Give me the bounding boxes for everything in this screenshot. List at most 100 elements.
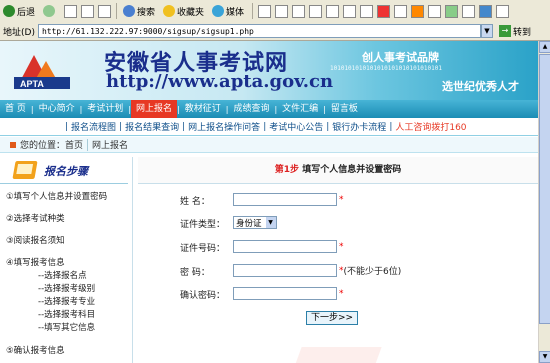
password-label: 密 码： — [180, 268, 210, 278]
steps-sidebar: 报名步骤 ①填写个人信息并设置密码 ②选择考试种类 ③阅读报名须知 ④填写报考信… — [0, 157, 128, 363]
mail-icon[interactable] — [275, 4, 289, 18]
nav-item-guestbook[interactable]: 留言板 — [326, 100, 363, 118]
slogan-bottom: 选世纪优秀人才 — [442, 80, 519, 93]
go-button[interactable]: → 转到 — [498, 25, 531, 38]
svg-text:APTA: APTA — [20, 79, 44, 89]
plugin-icon[interactable] — [377, 4, 391, 18]
subnav-hotline[interactable]: 人工咨询拨打160 — [395, 120, 466, 133]
messenger-icon[interactable] — [343, 4, 357, 18]
history-icon[interactable] — [258, 4, 272, 18]
step-item: ④填写报考信息 — [6, 258, 65, 268]
plugin-icon[interactable] — [496, 4, 510, 18]
toolbar-separator — [252, 3, 254, 19]
star-icon — [163, 5, 176, 17]
confirm-password-input[interactable] — [233, 287, 337, 300]
plugin-icon[interactable] — [428, 4, 442, 18]
breadcrumb-current: 网上报名 — [92, 141, 129, 151]
column-divider — [132, 157, 133, 363]
favorites-button[interactable]: 收藏夹 — [160, 2, 207, 20]
subnav-bank-card[interactable]: 银行办卡流程 — [332, 120, 386, 133]
required-mark: * — [339, 194, 344, 205]
address-input[interactable]: http://61.132.222.97:9000/sigsup/sigsup1… — [37, 24, 481, 38]
search-button[interactable]: 搜索 — [120, 2, 158, 20]
book-icon — [12, 161, 38, 179]
nav-item-exam-plan[interactable]: 考试计划 — [82, 100, 128, 118]
plugin-icon[interactable] — [445, 4, 459, 18]
subnav-flowchart[interactable]: 报名流程图 — [71, 120, 116, 133]
nav-item-about[interactable]: 中心简介 — [34, 100, 80, 118]
go-arrow-icon: → — [498, 25, 511, 37]
refresh-icon[interactable] — [81, 4, 95, 18]
plugin-icon[interactable] — [462, 4, 476, 18]
name-input[interactable] — [233, 193, 337, 206]
substep-item: --选择报名点 — [38, 271, 87, 281]
nav-item-textbook[interactable]: 教材征订 — [180, 100, 226, 118]
back-button[interactable]: 后退 — [0, 2, 38, 20]
substep-item: --选择报考科目 — [38, 310, 96, 320]
home-icon[interactable] — [98, 4, 112, 18]
subnav-faq[interactable]: 网上报名操作问答 — [188, 120, 260, 133]
discuss-icon[interactable] — [326, 4, 340, 18]
step-item: ③阅读报名须知 — [6, 236, 65, 246]
apta-logo-icon: APTA — [14, 55, 70, 89]
media-button[interactable]: 媒体 — [209, 2, 247, 20]
registration-form: 第1步 填写个人信息并设置密码 姓 名： * 证件类型： 身份证 ▼ 证件号码：… — [138, 157, 538, 363]
step-item: ⑤确认报考信息 — [6, 346, 65, 356]
scroll-thumb[interactable] — [539, 54, 550, 324]
substep-item: --填写其它信息 — [38, 323, 96, 333]
required-mark: * — [339, 288, 344, 299]
form-heading: 第1步 填写个人信息并设置密码 — [138, 157, 538, 184]
background-watermark — [294, 347, 382, 363]
step-item: ②选择考试种类 — [6, 214, 65, 224]
nav-item-online-registration[interactable]: 网上报名 — [131, 100, 178, 118]
plugin-icon[interactable] — [394, 4, 408, 18]
vertical-scrollbar[interactable]: ▲ ▼ — [538, 41, 550, 363]
chevron-down-icon: ▼ — [265, 217, 276, 228]
scroll-down-icon[interactable]: ▼ — [539, 351, 550, 363]
bullet-icon — [10, 141, 16, 148]
stop-icon[interactable] — [64, 4, 78, 18]
address-url: http://61.132.222.97:9000/sigsup/sigsup1… — [41, 26, 254, 36]
forward-button[interactable] — [40, 2, 60, 20]
address-label: 地址(D) — [3, 27, 35, 38]
substep-item: --选择报考专业 — [38, 297, 96, 307]
substep-item: --选择报考级别 — [38, 284, 96, 294]
required-mark: * — [339, 241, 344, 252]
browser-toolbar: 后退 搜索 收藏夹 媒体 — [0, 0, 550, 23]
password-hint: (不能少于6位) — [343, 267, 402, 277]
plugin-icon[interactable] — [411, 4, 425, 18]
id-number-input[interactable] — [233, 240, 337, 253]
id-number-label: 证件号码： — [180, 244, 226, 254]
steps-header: 报名步骤 — [0, 157, 128, 184]
next-step-button[interactable]: 下一步>> — [306, 311, 358, 325]
address-dropdown[interactable]: ▼ — [480, 24, 493, 38]
address-bar: 地址(D) http://61.132.222.97:9000/sigsup/s… — [0, 22, 550, 41]
id-type-label: 证件类型： — [180, 220, 226, 230]
breadcrumb: 您的位置： 首页 网上报名 — [0, 137, 538, 153]
steps-title: 报名步骤 — [44, 165, 88, 178]
sub-nav: | 报名流程图 | 报名结果查询 | 网上报名操作问答 | 考试中心公告 | 银… — [0, 118, 538, 136]
subnav-announcement[interactable]: 考试中心公告 — [269, 120, 323, 133]
toolbar-separator — [116, 3, 118, 19]
password-input[interactable] — [233, 264, 337, 277]
site-banner: APTA 安徽省人事考试网 http://www.apta.gov.cn 101… — [0, 41, 538, 100]
name-label: 姓 名： — [180, 197, 210, 207]
step-title: 填写个人信息并设置密码 — [302, 165, 402, 175]
print-icon[interactable] — [292, 4, 306, 18]
confirm-password-label: 确认密码： — [180, 291, 226, 301]
step-number: 第1步 — [274, 165, 300, 175]
main-nav: 首 页 | 中心简介 | 考试计划 | 网上报名 | 教材征订 | 成绩查询 |… — [0, 100, 538, 118]
step-item: ①填写个人信息并设置密码 — [6, 192, 108, 202]
plugin-icon[interactable] — [479, 4, 493, 18]
research-icon[interactable] — [360, 4, 374, 18]
nav-item-documents[interactable]: 文件汇编 — [277, 100, 323, 118]
edit-icon[interactable] — [309, 4, 323, 18]
site-url: http://www.apta.gov.cn — [106, 71, 334, 92]
id-type-select[interactable]: 身份证 ▼ — [233, 216, 277, 229]
scroll-up-icon[interactable]: ▲ — [539, 41, 550, 53]
subnav-result-query[interactable]: 报名结果查询 — [125, 120, 179, 133]
nav-item-home[interactable]: 首 页 — [0, 100, 31, 118]
media-icon — [212, 5, 225, 17]
nav-item-score[interactable]: 成绩查询 — [228, 100, 274, 118]
breadcrumb-home[interactable]: 首页 — [65, 138, 83, 151]
